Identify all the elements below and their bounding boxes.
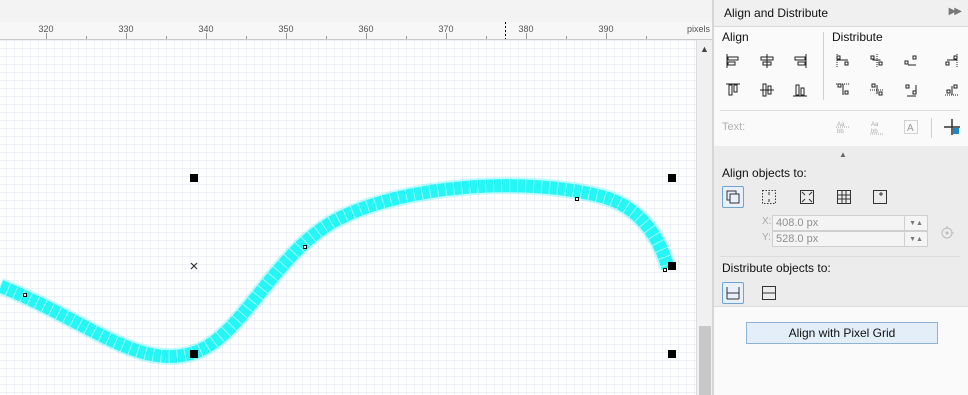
distribute-center-horizontal-icon[interactable]: [866, 50, 888, 72]
align-right-icon[interactable]: [789, 50, 811, 72]
vertical-scrollbar[interactable]: ▲: [696, 40, 713, 395]
align-heading: Align: [722, 30, 749, 44]
double-chevron-right-icon[interactable]: ▶▶: [949, 6, 962, 17]
y-spinner[interactable]: ▼▲: [904, 231, 928, 247]
x-spinner[interactable]: ▼▲: [904, 215, 928, 231]
distribute-heading: Distribute: [832, 30, 883, 44]
text-divider: [931, 118, 932, 138]
specified-point-icon[interactable]: [869, 186, 891, 208]
align-with-pixel-grid-button[interactable]: Align with Pixel Grid: [746, 322, 938, 344]
y-label: Y:: [762, 232, 771, 243]
grid-icon[interactable]: [833, 186, 855, 208]
x-coordinate-row: X: 408.0 px ▼▲: [762, 215, 932, 231]
svg-text:A: A: [907, 123, 914, 134]
align-objects-to-label: Align objects to:: [722, 166, 807, 180]
section-divider: [823, 32, 824, 100]
x-position-field[interactable]: 408.0 px: [772, 215, 909, 231]
page-edge-icon[interactable]: [758, 186, 780, 208]
scroll-up-arrow-icon[interactable]: ▲: [700, 44, 709, 54]
scrollbar-thumb[interactable]: [699, 326, 711, 395]
distribute-spacing-horizontal-icon[interactable]: [900, 50, 922, 72]
target-point-icon[interactable]: [940, 226, 954, 240]
align-center-vertical-icon[interactable]: [756, 79, 778, 101]
page-center-icon[interactable]: [796, 186, 818, 208]
align-center-horizontal-icon[interactable]: [756, 50, 778, 72]
distribute-spacing-vertical-icon[interactable]: [900, 79, 922, 101]
text-first-line-baseline-icon: Aa bb: [832, 116, 854, 138]
text-label: Text:: [722, 121, 746, 133]
drawing-canvas[interactable]: [0, 40, 696, 395]
pixel-grid-view: [0, 40, 696, 395]
section-separator: [714, 306, 968, 307]
align-to-active-object-icon[interactable]: [941, 116, 963, 138]
distribute-center-vertical-icon[interactable]: [866, 79, 888, 101]
collapse-caret-icon[interactable]: ▲: [839, 150, 847, 159]
distribute-to-selection-extent-icon[interactable]: [722, 282, 744, 304]
distribute-right-icon[interactable]: [941, 50, 963, 72]
section-separator: [720, 110, 960, 111]
horizontal-ruler[interactable]: 320 330 340 350 360 370 380 390 pixels: [0, 22, 712, 40]
docker-title: Align and Distribute: [724, 6, 829, 20]
section-separator: [720, 256, 960, 257]
y-coordinate-row: Y: 528.0 px ▼▲: [762, 231, 932, 247]
distribute-objects-to-label: Distribute objects to:: [722, 261, 831, 275]
ruler-ticks: [46, 22, 647, 39]
text-last-line-baseline-icon: Aa bb: [866, 116, 888, 138]
text-bounding-box-icon: A: [900, 116, 922, 138]
document-tab-strip: [0, 0, 712, 23]
distribute-top-icon[interactable]: [832, 79, 854, 101]
distribute-to-page-extent-icon[interactable]: [758, 282, 780, 304]
docker-header: Align and Distribute ▶▶: [714, 0, 968, 27]
svg-text:Aa: Aa: [871, 122, 879, 128]
align-left-icon[interactable]: [722, 50, 744, 72]
svg-text:bb: bb: [837, 129, 844, 135]
align-bottom-icon[interactable]: [789, 79, 811, 101]
y-position-field[interactable]: 528.0 px: [772, 231, 909, 247]
distribute-left-icon[interactable]: [832, 50, 854, 72]
x-label: X:: [762, 216, 772, 227]
align-top-icon[interactable]: [722, 79, 744, 101]
active-objects-icon[interactable]: [722, 186, 744, 208]
distribute-bottom-icon[interactable]: [941, 79, 963, 101]
